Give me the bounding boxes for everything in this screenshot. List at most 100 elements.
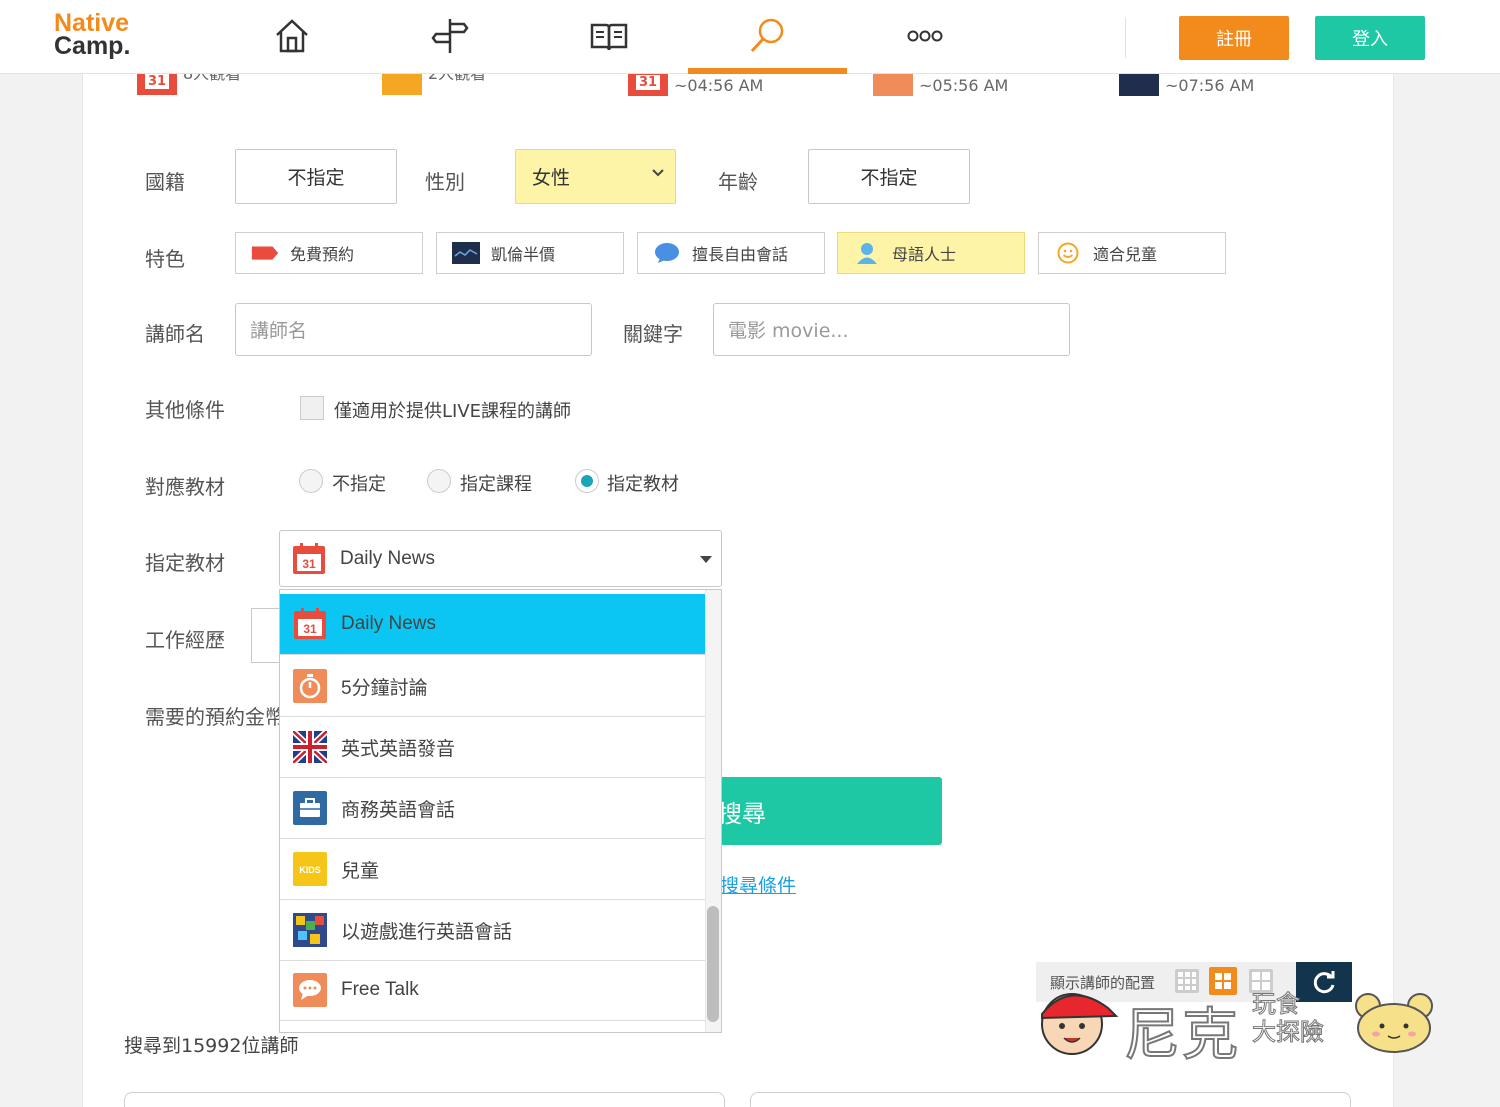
dropdown-option-british-pronunciation[interactable]: 英式英語發音: [280, 717, 706, 778]
feature-label: 母語人士: [892, 245, 957, 264]
feature-free-booking[interactable]: 免費預約: [235, 232, 423, 274]
watermark-sub-2: 大探險: [1252, 1018, 1325, 1047]
caret-down-icon: [700, 556, 712, 563]
game-icon: [293, 913, 327, 947]
live-only-checkbox[interactable]: [300, 396, 324, 420]
gender-label: 性別: [425, 170, 465, 194]
svg-text:31: 31: [303, 622, 317, 636]
textbook-select-value: Daily News: [340, 547, 436, 569]
calendar-31-icon: 31: [292, 542, 326, 575]
dropdown-option-label: 以遊戲進行英語會話: [341, 921, 513, 943]
teacher-name-label: 講師名: [145, 322, 205, 346]
search-icon[interactable]: [745, 14, 789, 58]
top-navbar: Native Camp. 註冊 登入: [0, 0, 1500, 74]
uk-flag-icon: [293, 730, 327, 764]
search-button-label: 搜尋: [718, 799, 766, 828]
svg-text:31: 31: [302, 557, 316, 571]
dropdown-option-more[interactable]: [280, 1021, 706, 1032]
watermark-sub: 玩食 大探險: [1252, 990, 1325, 1047]
coins-label: 需要的預約金幣: [145, 705, 281, 729]
live-only-label: 僅適用於提供LIVE課程的講師: [334, 401, 572, 422]
keyword-label: 關鍵字: [623, 322, 683, 346]
dropdown-option-business-english[interactable]: 商務英語會話: [280, 778, 706, 839]
teacher-name-input[interactable]: 講師名: [235, 303, 592, 356]
dropdown-option-game-conversation[interactable]: 以遊戲進行英語會話: [280, 900, 706, 961]
active-tab-indicator: [688, 68, 847, 74]
nav-divider: [1125, 18, 1126, 58]
material-radio-course[interactable]: [427, 469, 451, 493]
age-select[interactable]: 不指定: [808, 149, 970, 204]
feature-label: 凱倫半價: [491, 245, 556, 264]
watermark-sub-1: 玩食: [1252, 990, 1301, 1019]
signpost-icon[interactable]: [428, 14, 472, 58]
strip-item[interactable]: ~05:56 AM: [873, 68, 1009, 100]
material-radio-label: 指定教材: [607, 474, 679, 495]
dropdown-scrollbar[interactable]: [705, 590, 721, 1032]
karen-icon: [451, 242, 481, 264]
nationality-select[interactable]: 不指定: [235, 149, 397, 204]
gender-select[interactable]: 女性: [515, 149, 676, 204]
dropdown-option-5min-discussion[interactable]: 5分鐘討論: [280, 656, 706, 717]
material-radio-label: 指定課程: [460, 474, 532, 495]
kids-icon: KIDS: [293, 852, 327, 886]
feature-native-speaker[interactable]: 母語人士: [837, 232, 1025, 274]
teacher-card[interactable]: [124, 1092, 725, 1107]
more-icon[interactable]: [903, 14, 947, 58]
svg-text:KIDS: KIDS: [299, 865, 321, 875]
specific-textbook-label: 指定教材: [145, 551, 225, 575]
logo-line-2: Camp.: [54, 32, 131, 60]
material-radio-unspecified[interactable]: [299, 469, 323, 493]
strip-text: ~05:56 AM: [919, 75, 1009, 95]
dropdown-option-kids[interactable]: KIDS 兒童: [280, 839, 706, 900]
speech-icon: [293, 973, 327, 1007]
result-count: 搜尋到15992位講師: [124, 1035, 299, 1057]
textbook-dropdown-list[interactable]: 31 Daily News 5分鐘討論 英式英語發音 商務英語會話 KIDS 兒…: [279, 589, 722, 1033]
watermark-bear-icon: [1352, 990, 1436, 1054]
smile-icon: [1053, 242, 1083, 264]
watermark-face-icon: [1030, 980, 1120, 1060]
timer-icon: [293, 669, 327, 703]
strip-item[interactable]: ~07:56 AM: [1119, 68, 1255, 100]
feature-label: 適合兒童: [1093, 245, 1158, 264]
nationality-label: 國籍: [145, 170, 185, 194]
feature-karen-half[interactable]: 凱倫半價: [436, 232, 624, 274]
feature-label: 免費預約: [290, 245, 355, 264]
teacher-card[interactable]: [750, 1092, 1351, 1107]
dropdown-option-free-talk[interactable]: Free Talk: [280, 960, 706, 1021]
material-radio-textbook[interactable]: [575, 469, 599, 493]
strip-text: ~07:56 AM: [1165, 75, 1255, 95]
dropdown-option-label: 英式英語發音: [341, 738, 456, 760]
home-icon[interactable]: [270, 14, 314, 58]
age-label: 年齡: [718, 170, 758, 194]
chat-bubble-icon: [652, 242, 682, 264]
dropdown-option-label: Daily News: [341, 613, 437, 634]
material-radio-label: 不指定: [332, 474, 386, 495]
chevron-down-icon: [652, 169, 664, 177]
dropdown-scrollbar-thumb[interactable]: [707, 906, 719, 1022]
book-icon[interactable]: [587, 14, 631, 58]
feature-free-conversation[interactable]: 擅長自由會話: [637, 232, 825, 274]
strip-text: ~04:56 AM: [674, 75, 764, 95]
dropdown-option-label: 5分鐘討論: [341, 677, 428, 699]
login-button[interactable]: 登入: [1315, 16, 1425, 60]
register-button[interactable]: 註冊: [1179, 16, 1289, 60]
feature-kids-friendly[interactable]: 適合兒童: [1038, 232, 1226, 274]
logo[interactable]: Native Camp.: [54, 11, 131, 60]
person-icon: [852, 242, 882, 264]
dropdown-option-label: Free Talk: [341, 979, 419, 1000]
dropdown-option-label: 商務英語會話: [341, 799, 456, 821]
dropdown-option-label: 兒童: [341, 860, 380, 882]
keyword-input[interactable]: 電影 movie...: [713, 303, 1070, 356]
dropdown-option-daily-news[interactable]: 31 Daily News: [280, 594, 706, 655]
search-button[interactable]: 搜尋: [700, 777, 942, 845]
work-experience-label: 工作經歷: [145, 628, 225, 652]
briefcase-icon: [293, 791, 327, 825]
features-label: 特色: [145, 247, 185, 271]
calendar-31-icon: 31: [293, 607, 327, 641]
tag-icon: [250, 242, 280, 264]
strip-item[interactable]: 31 ~04:56 AM: [628, 68, 764, 100]
other-conditions-label: 其他條件: [145, 398, 225, 422]
watermark-main: 尼克: [1123, 1002, 1240, 1069]
textbook-select[interactable]: 31 Daily News: [279, 530, 722, 587]
reset-conditions-link[interactable]: 搜尋條件: [720, 871, 796, 898]
